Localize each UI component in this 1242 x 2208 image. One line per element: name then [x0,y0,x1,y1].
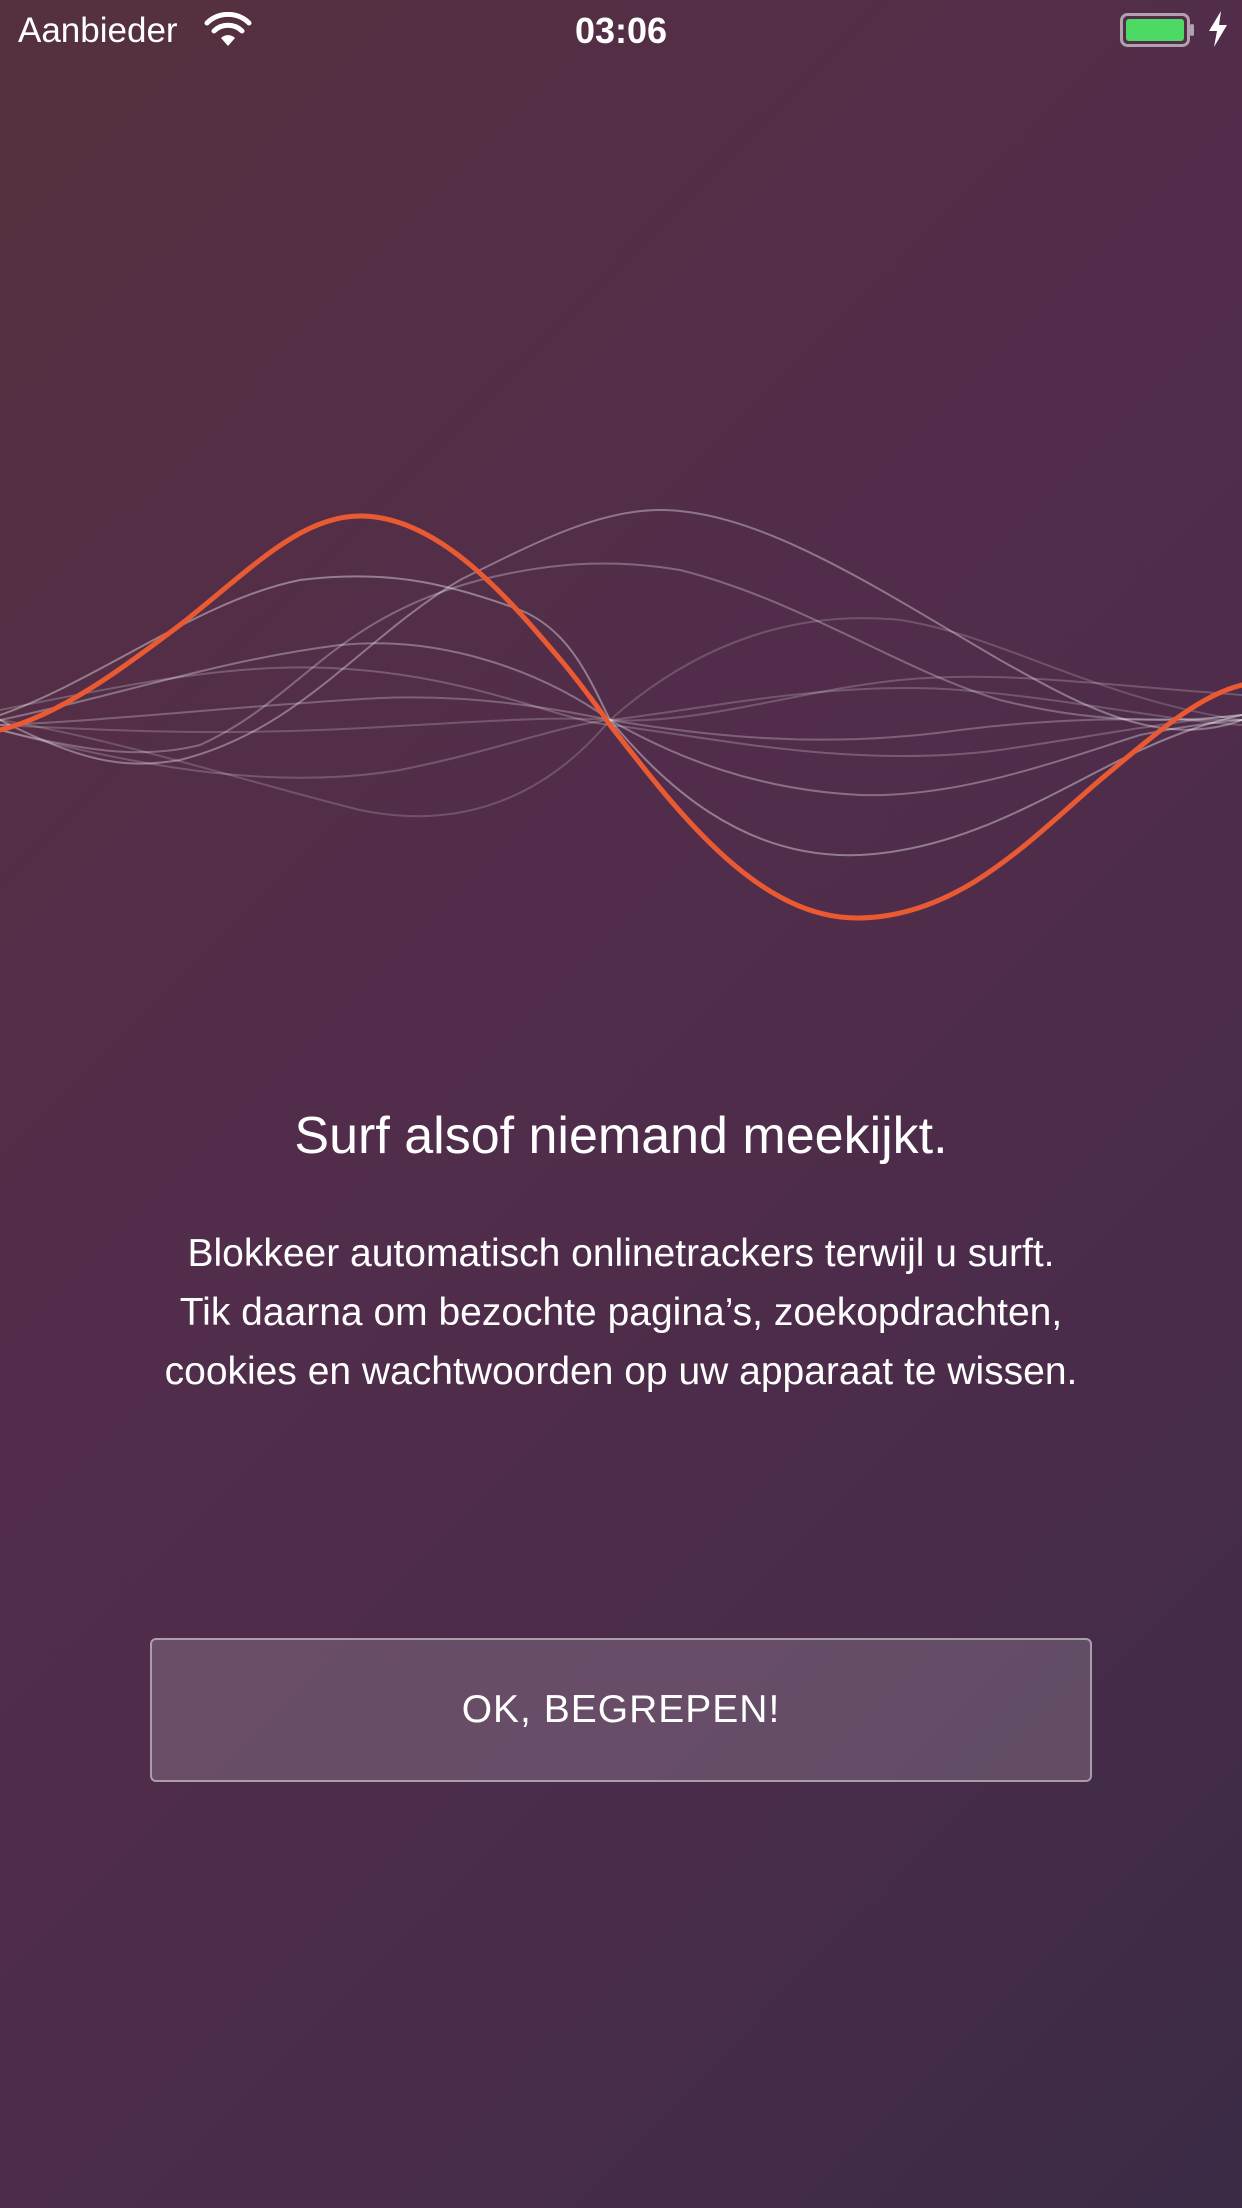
battery-icon [1120,13,1194,47]
wave-line [0,617,1242,818]
status-time: 03:06 [574,10,668,51]
waveform-illustration [0,508,1242,921]
ok-got-it-button-label: OK, BEGREPEN! [461,1688,781,1731]
onboarding-title: Surf alsof niemand meekijkt. [294,1107,948,1165]
ok-got-it-button[interactable]: OK, BEGREPEN! [150,1638,1092,1782]
charging-bolt-icon [1209,11,1227,47]
status-bar: Aanbieder 03:06 [0,0,1242,60]
onboarding-description: Blokkeer automatisch onlinetrackers terw… [164,1232,1078,1393]
wave-line [0,675,1242,734]
highlight-wave [0,513,1242,921]
wave-line [0,562,1242,754]
